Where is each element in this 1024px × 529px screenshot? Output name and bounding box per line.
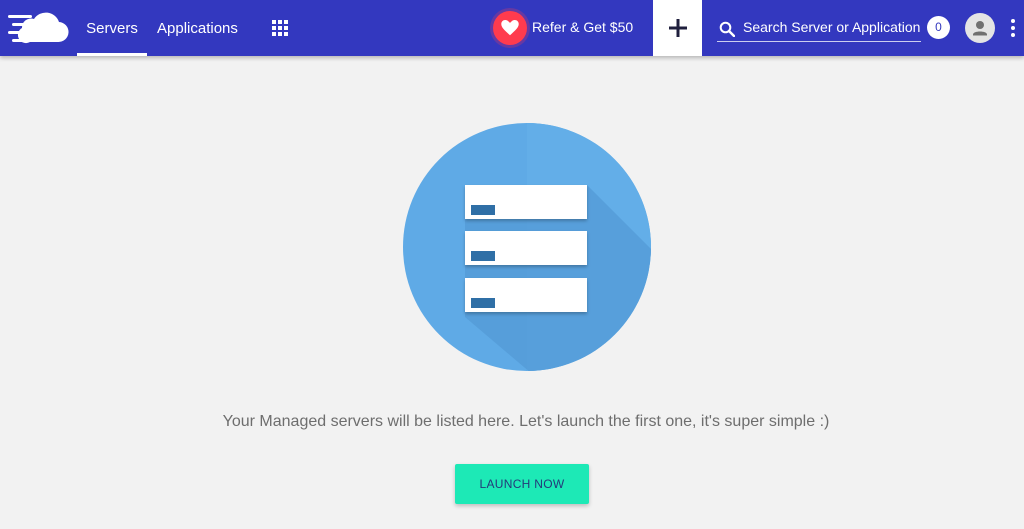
tab-applications[interactable]: Applications — [157, 0, 238, 56]
search-icon — [719, 21, 735, 37]
empty-state-message: Your Managed servers will be listed here… — [222, 413, 830, 430]
user-avatar-icon — [973, 21, 987, 36]
tab-servers-label: Servers — [86, 20, 138, 37]
plus-icon — [669, 19, 687, 37]
notification-count-badge[interactable]: 0 — [927, 16, 950, 39]
search-placeholder: Search Server or Application — [743, 19, 921, 35]
grid-icon[interactable] — [272, 20, 288, 36]
avatar[interactable] — [965, 13, 995, 43]
refer-badge — [493, 11, 527, 45]
top-navigation-bar: Servers Applications Refer & Get $50 Sea… — [0, 0, 1024, 56]
tab-applications-label: Applications — [157, 20, 238, 37]
add-button[interactable] — [653, 0, 702, 56]
more-vertical-icon[interactable] — [1008, 18, 1018, 38]
active-tab-indicator — [77, 53, 147, 56]
refer-label: Refer & Get $50 — [532, 19, 634, 35]
cloud-logo-icon[interactable] — [8, 12, 70, 44]
launch-now-button[interactable]: LAUNCH NOW — [455, 464, 589, 504]
search-input[interactable]: Search Server or Application — [717, 14, 921, 42]
heart-icon — [501, 20, 519, 36]
server-stack-icon — [403, 123, 651, 371]
tab-servers[interactable]: Servers — [77, 0, 147, 56]
